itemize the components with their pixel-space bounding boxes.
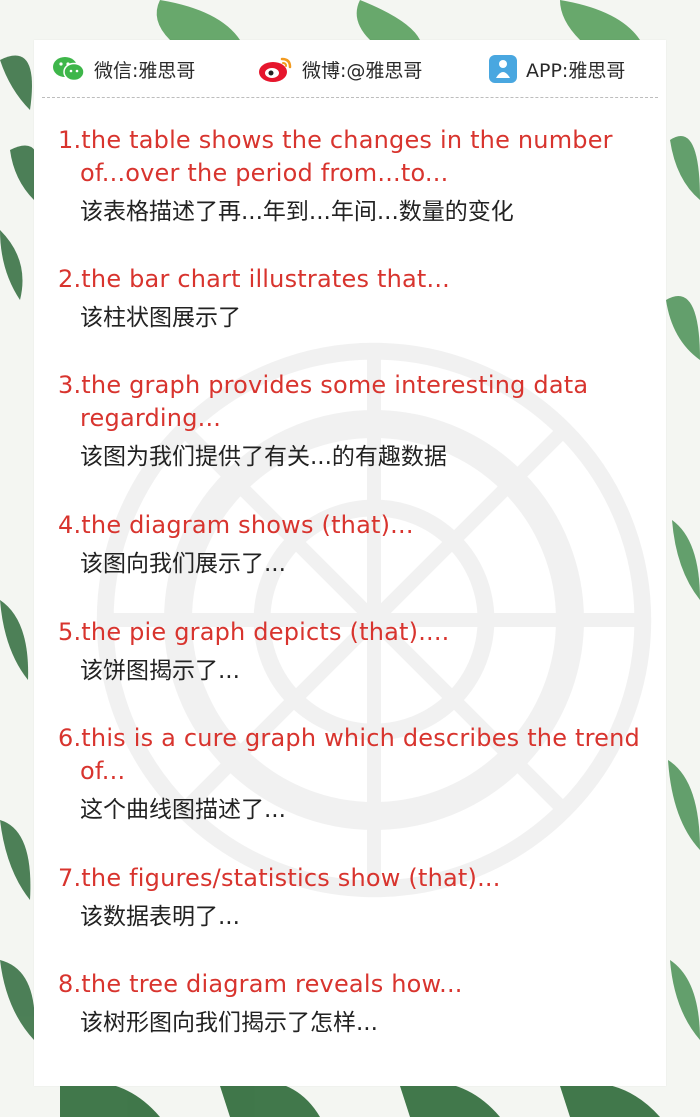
app-label: APP:雅思哥 [526,59,626,82]
wechat-label: 微信:雅思哥 [94,59,196,82]
phrase-item: 8.the tree diagram reveals how... 该树形图向我… [58,968,648,1039]
weibo-label: 微博:@雅思哥 [302,59,423,82]
phrase-chinese: 该饼图揭示了... [80,658,240,684]
app-contact: APP:雅思哥 [488,54,625,84]
phrase-chinese: 该图为我们提供了有关...的有趣数据 [80,444,447,470]
phrase-item: 4.the diagram shows (that)... 该图向我们展示了..… [58,509,648,580]
phrase-english: 8.the tree diagram reveals how... [58,970,463,998]
phrase-chinese: 该表格描述了再...年到...年间...数量的变化 [80,199,514,225]
header-bar: 微信:雅思哥 微博:@雅思哥 APP:雅思哥 [34,40,666,98]
phrase-chinese: 该树形图向我们揭示了怎样... [80,1010,378,1036]
wechat-icon [53,57,85,82]
phrase-chinese: 这个曲线图描述了... [80,797,286,823]
phrase-english: 1.the table shows the changes in the num… [58,126,613,187]
phrase-item: 3.the graph provides some interesting da… [58,369,648,473]
phrase-item: 1.the table shows the changes in the num… [58,124,648,228]
phrase-chinese: 该柱状图展示了 [80,305,241,331]
phrase-english: 6.this is a cure graph which describes t… [58,724,640,785]
phrase-english: 7.the figures/statistics show (that)... [58,864,501,892]
phrase-english: 3.the graph provides some interesting da… [58,371,589,432]
app-icon [489,55,517,83]
phrase-item: 7.the figures/statistics show (that)... … [58,862,648,933]
phrase-chinese: 该数据表明了... [80,904,240,930]
phrase-item: 2.the bar chart illustrates that... 该柱状图… [58,263,648,334]
phrase-item: 5.the pie graph depicts (that).... 该饼图揭示… [58,616,648,687]
phrase-english: 4.the diagram shows (that)... [58,511,414,539]
wechat-contact: 微信:雅思哥 [52,54,195,84]
weibo-contact: 微博:@雅思哥 [258,54,422,84]
phrase-item: 6.this is a cure graph which describes t… [58,722,648,826]
header-divider [42,97,658,98]
phrase-chinese: 该图向我们展示了... [80,551,286,577]
content-card: 微信:雅思哥 微博:@雅思哥 APP:雅思哥 1.the table shows… [34,40,666,1086]
phrase-english: 2.the bar chart illustrates that... [58,265,451,293]
weibo-icon [259,57,292,82]
phrase-english: 5.the pie graph depicts (that).... [58,618,450,646]
